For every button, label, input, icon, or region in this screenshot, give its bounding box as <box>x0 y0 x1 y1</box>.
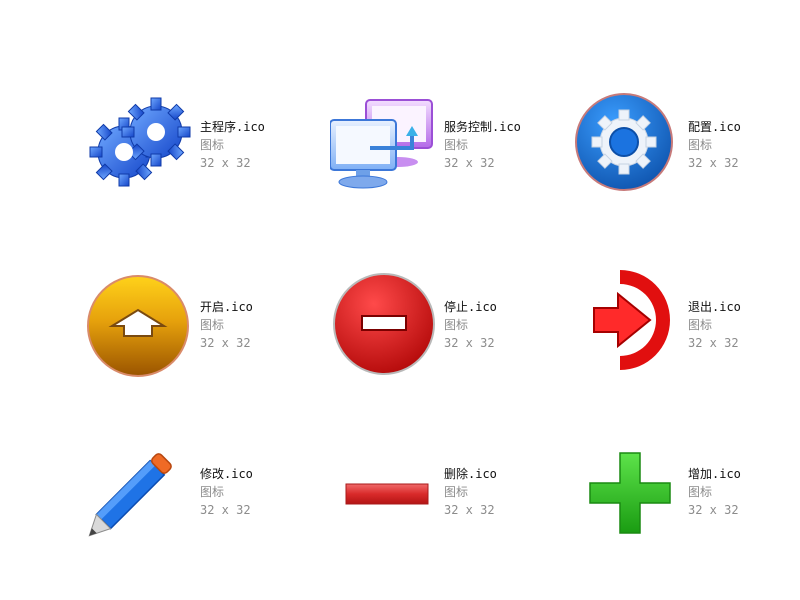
file-dimensions: 32 x 32 <box>200 336 251 350</box>
file-item-add[interactable]: 增加.ico 图标 32 x 32 <box>574 437 800 547</box>
file-item-modify[interactable]: 修改.ico 图标 32 x 32 <box>86 437 326 547</box>
file-name: 服务控制.ico <box>444 120 521 134</box>
file-name: 增加.ico <box>688 467 741 481</box>
monitors-icon <box>330 90 440 200</box>
file-dimensions: 32 x 32 <box>444 336 495 350</box>
file-item-start[interactable]: 开启.ico 图标 32 x 32 <box>86 270 326 380</box>
exit-arrow-icon <box>574 270 684 380</box>
file-dimensions: 32 x 32 <box>444 503 495 517</box>
file-name: 主程序.ico <box>200 120 265 134</box>
plus-icon <box>574 437 684 547</box>
file-type: 图标 <box>444 138 469 152</box>
file-item-main-program[interactable]: 主程序.ico 图标 32 x 32 <box>86 90 326 200</box>
file-name: 停止.ico <box>444 300 497 314</box>
file-type: 图标 <box>200 138 225 152</box>
gears-icon <box>86 90 196 200</box>
file-item-stop[interactable]: 停止.ico 图标 32 x 32 <box>330 270 570 380</box>
file-type: 图标 <box>688 485 713 499</box>
file-dimensions: 32 x 32 <box>200 156 251 170</box>
minus-bar-icon <box>330 437 440 547</box>
file-dimensions: 32 x 32 <box>688 503 739 517</box>
file-dimensions: 32 x 32 <box>688 336 739 350</box>
file-type: 图标 <box>444 485 469 499</box>
file-type: 图标 <box>200 318 225 332</box>
file-dimensions: 32 x 32 <box>444 156 495 170</box>
file-type: 图标 <box>444 318 469 332</box>
pencil-icon <box>86 437 196 547</box>
file-type: 图标 <box>688 318 713 332</box>
file-dimensions: 32 x 32 <box>200 503 251 517</box>
up-arrow-circle-icon <box>86 270 196 380</box>
gear-circle-icon <box>574 90 684 200</box>
file-item-delete[interactable]: 删除.ico 图标 32 x 32 <box>330 437 570 547</box>
file-item-exit[interactable]: 退出.ico 图标 32 x 32 <box>574 270 800 380</box>
file-name: 配置.ico <box>688 120 741 134</box>
file-type: 图标 <box>200 485 225 499</box>
file-dimensions: 32 x 32 <box>688 156 739 170</box>
file-name: 删除.ico <box>444 467 497 481</box>
minus-circle-icon <box>330 270 440 380</box>
file-name: 修改.ico <box>200 467 253 481</box>
file-item-config[interactable]: 配置.ico 图标 32 x 32 <box>574 90 800 200</box>
file-type: 图标 <box>688 138 713 152</box>
file-item-service-control[interactable]: 服务控制.ico 图标 32 x 32 <box>330 90 570 200</box>
file-name: 开启.ico <box>200 300 253 314</box>
file-name: 退出.ico <box>688 300 741 314</box>
